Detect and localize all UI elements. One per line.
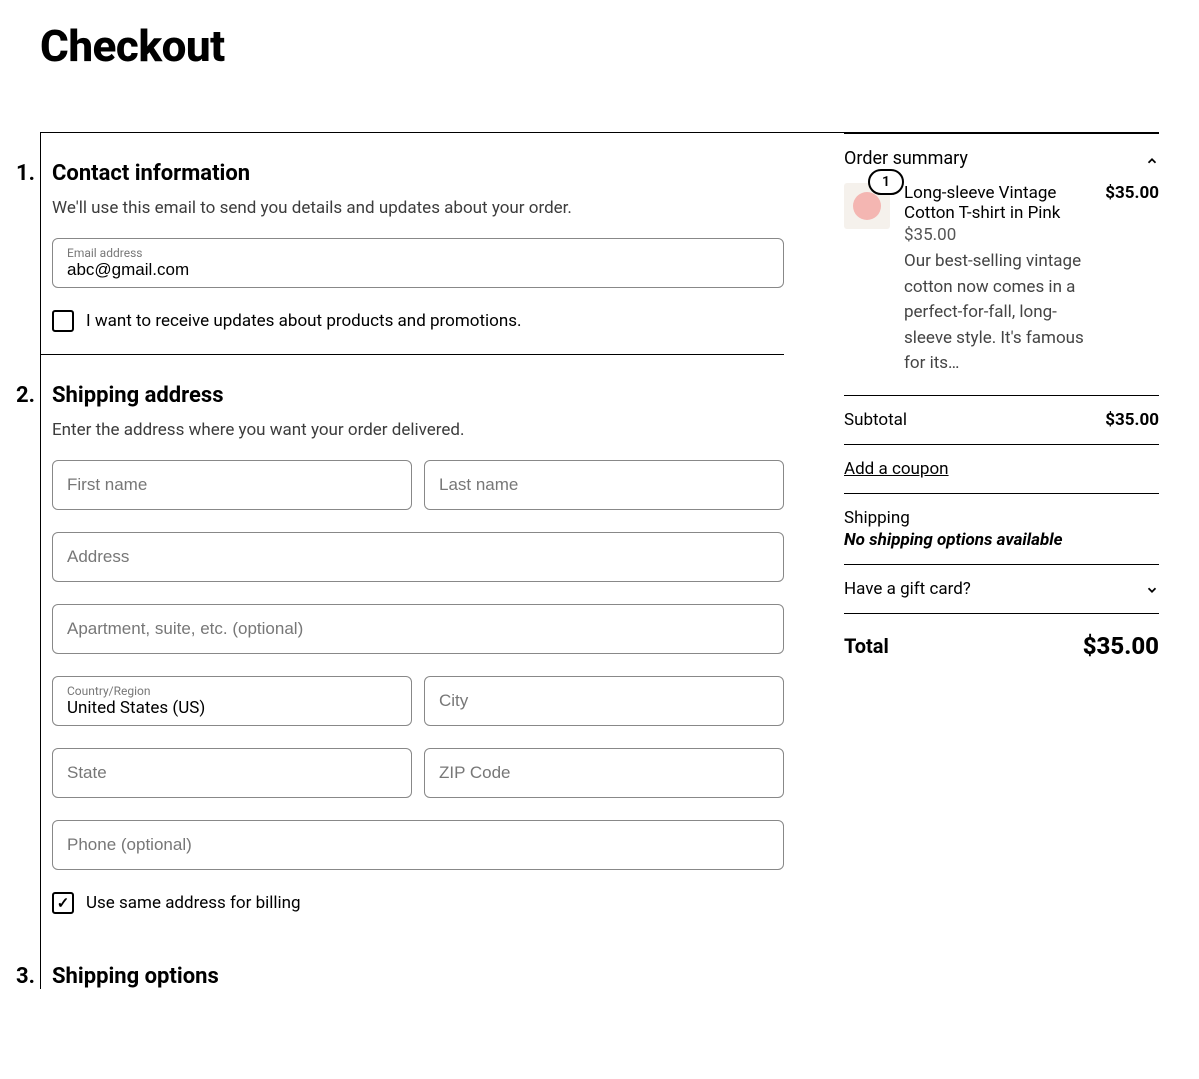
step-3-number: 3.: [10, 964, 40, 989]
email-label: Email address: [67, 246, 769, 260]
item-line-price: $35.00: [1105, 183, 1159, 377]
subtotal-row: Subtotal $35.00: [844, 395, 1159, 444]
chevron-down-icon: [1145, 582, 1159, 596]
total-label: Total: [844, 634, 889, 658]
email-field-wrapper[interactable]: Email address: [52, 238, 784, 288]
phone-input[interactable]: [67, 835, 769, 855]
same-billing-checkbox[interactable]: [52, 892, 74, 914]
step-1-title: Contact information: [52, 161, 784, 186]
email-input[interactable]: [67, 260, 769, 280]
state-field[interactable]: [52, 748, 412, 798]
total-value: $35.00: [1083, 632, 1159, 660]
first-name-input[interactable]: [67, 475, 397, 495]
step-3-title: Shipping options: [52, 964, 784, 989]
step-2-number: 2.: [10, 383, 40, 924]
subtotal-label: Subtotal: [844, 410, 907, 430]
step-2-title: Shipping address: [52, 383, 784, 408]
gift-card-label: Have a gift card?: [844, 579, 971, 599]
order-item: 1 Long-sleeve Vintage Cotton T-shirt in …: [844, 183, 1159, 377]
last-name-input[interactable]: [439, 475, 769, 495]
last-name-field[interactable]: [424, 460, 784, 510]
state-input[interactable]: [67, 763, 397, 783]
item-unit-price: $35.00: [904, 225, 1091, 245]
city-field[interactable]: [424, 676, 784, 726]
country-value: United States (US): [67, 698, 397, 718]
shipping-note: No shipping options available: [844, 530, 1159, 550]
item-name: Long-sleeve Vintage Cotton T-shirt in Pi…: [904, 183, 1091, 223]
page-title: Checkout: [0, 20, 1199, 72]
country-label: Country/Region: [67, 684, 397, 698]
step-1-description: We'll use this email to send you details…: [52, 198, 784, 218]
zip-input[interactable]: [439, 763, 769, 783]
apartment-input[interactable]: [67, 619, 769, 639]
gift-card-toggle[interactable]: Have a gift card?: [844, 564, 1159, 613]
order-summary-label: Order summary: [844, 148, 968, 169]
total-row: Total $35.00: [844, 613, 1159, 678]
first-name-field[interactable]: [52, 460, 412, 510]
shipping-label: Shipping: [844, 508, 1159, 528]
step-1-number: 1.: [10, 161, 40, 342]
phone-field[interactable]: [52, 820, 784, 870]
apartment-field[interactable]: [52, 604, 784, 654]
zip-field[interactable]: [424, 748, 784, 798]
add-coupon-link[interactable]: Add a coupon: [844, 459, 949, 479]
chevron-up-icon: [1145, 152, 1159, 166]
address-field[interactable]: [52, 532, 784, 582]
same-billing-label: Use same address for billing: [86, 893, 301, 913]
subtotal-value: $35.00: [1105, 410, 1159, 430]
country-field[interactable]: Country/Region United States (US): [52, 676, 412, 726]
address-input[interactable]: [67, 547, 769, 567]
updates-checkbox[interactable]: [52, 310, 74, 332]
shipping-row: Shipping No shipping options available: [844, 493, 1159, 564]
item-description: Our best-selling vintage cotton now come…: [904, 249, 1091, 377]
quantity-badge: 1: [868, 169, 904, 195]
updates-checkbox-label: I want to receive updates about products…: [86, 311, 521, 331]
city-input[interactable]: [439, 691, 769, 711]
step-2-description: Enter the address where you want your or…: [52, 420, 784, 440]
